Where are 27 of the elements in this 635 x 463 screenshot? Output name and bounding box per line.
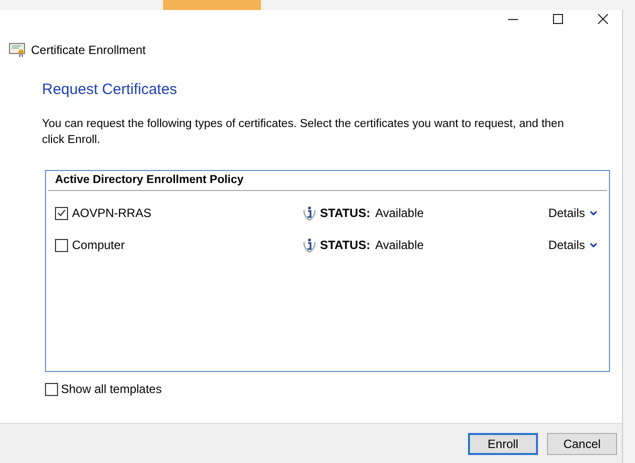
maximize-icon [552, 14, 562, 24]
info-icon [302, 205, 317, 221]
info-icon [302, 237, 317, 253]
close-icon [598, 14, 608, 24]
checkbox[interactable] [55, 238, 68, 252]
status-value: Available [375, 205, 424, 222]
checkmark-icon [57, 209, 66, 217]
checkbox-label: Show all templates [61, 381, 162, 398]
minimize-icon [508, 18, 518, 20]
checkbox[interactable] [45, 382, 58, 396]
details-link[interactable]: Details [548, 236, 597, 254]
chevron-down-icon [590, 242, 597, 248]
details-link[interactable]: Details [548, 204, 597, 222]
window-title: Certificate Enrollment [31, 42, 146, 59]
status-label: STATUS: [320, 237, 370, 254]
checkbox[interactable] [55, 206, 68, 220]
dialog-button[interactable]: Enroll [468, 432, 538, 454]
dialog-button[interactable]: Cancel [547, 432, 617, 454]
chevron-down-icon [590, 210, 597, 216]
page-heading: Request Certificates [42, 80, 178, 100]
status-label: STATUS: [320, 205, 370, 222]
status-value: Available [375, 237, 424, 254]
policy-title: Active Directory Enrollment Policy [48, 172, 607, 191]
certificate-name: AOVPN-RRAS [72, 205, 152, 222]
certificate-name: Computer [72, 237, 126, 254]
certificate-icon [9, 43, 25, 57]
description-text: You can request the following types of certificates. Select the certificates you want to request, and then click Enroll. [42, 117, 565, 148]
